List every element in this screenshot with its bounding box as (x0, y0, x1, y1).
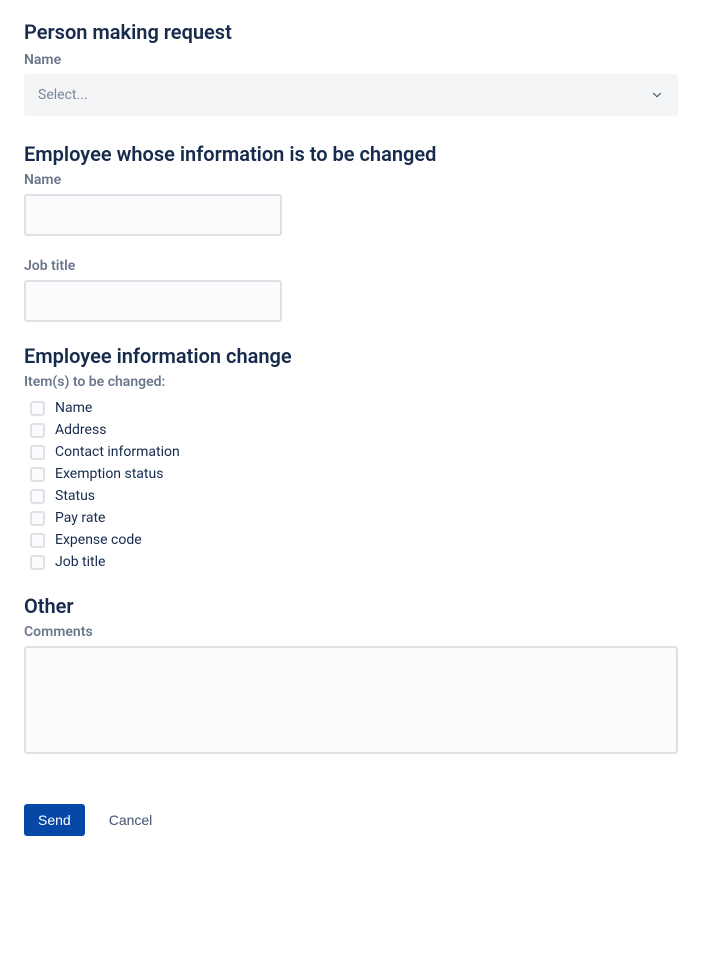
checkbox-exemption-status[interactable] (30, 467, 45, 482)
checkbox-label[interactable]: Name (55, 400, 92, 416)
employee-jobtitle-input[interactable] (24, 280, 282, 322)
other-heading: Other (24, 594, 678, 618)
employee-heading: Employee whose information is to be chan… (24, 142, 678, 166)
checkbox-label[interactable]: Pay rate (55, 510, 105, 526)
checkbox-job-title[interactable] (30, 555, 45, 570)
checkbox-address[interactable] (30, 423, 45, 438)
checkbox-name[interactable] (30, 401, 45, 416)
list-item: Expense code (30, 532, 678, 548)
cancel-button[interactable]: Cancel (105, 804, 157, 836)
checkbox-status[interactable] (30, 489, 45, 504)
checkbox-expense-code[interactable] (30, 533, 45, 548)
requester-name-label: Name (24, 52, 678, 68)
list-item: Job title (30, 554, 678, 570)
list-item: Contact information (30, 444, 678, 460)
list-item: Exemption status (30, 466, 678, 482)
checkbox-label[interactable]: Exemption status (55, 466, 163, 482)
checkbox-contact-information[interactable] (30, 445, 45, 460)
comments-label: Comments (24, 624, 678, 640)
requester-heading: Person making request (24, 20, 678, 44)
list-item: Status (30, 488, 678, 504)
requester-name-select[interactable]: Select... (24, 74, 678, 116)
action-buttons: Send Cancel (24, 804, 678, 836)
checkbox-label[interactable]: Contact information (55, 444, 180, 460)
items-to-change-label: Item(s) to be changed: (24, 374, 678, 390)
chevron-down-icon (650, 88, 664, 102)
checkbox-label[interactable]: Job title (55, 554, 105, 570)
employee-name-input[interactable] (24, 194, 282, 236)
list-item: Address (30, 422, 678, 438)
list-item: Pay rate (30, 510, 678, 526)
select-placeholder: Select... (38, 87, 88, 103)
employee-name-label: Name (24, 172, 678, 188)
list-item: Name (30, 400, 678, 416)
checkbox-pay-rate[interactable] (30, 511, 45, 526)
change-items-list: Name Address Contact information Exempti… (24, 400, 678, 570)
comments-textarea[interactable] (24, 646, 678, 754)
employee-jobtitle-label: Job title (24, 258, 678, 274)
checkbox-label[interactable]: Address (55, 422, 106, 438)
change-heading: Employee information change (24, 344, 678, 368)
checkbox-label[interactable]: Status (55, 488, 95, 504)
checkbox-label[interactable]: Expense code (55, 532, 142, 548)
send-button[interactable]: Send (24, 804, 85, 836)
